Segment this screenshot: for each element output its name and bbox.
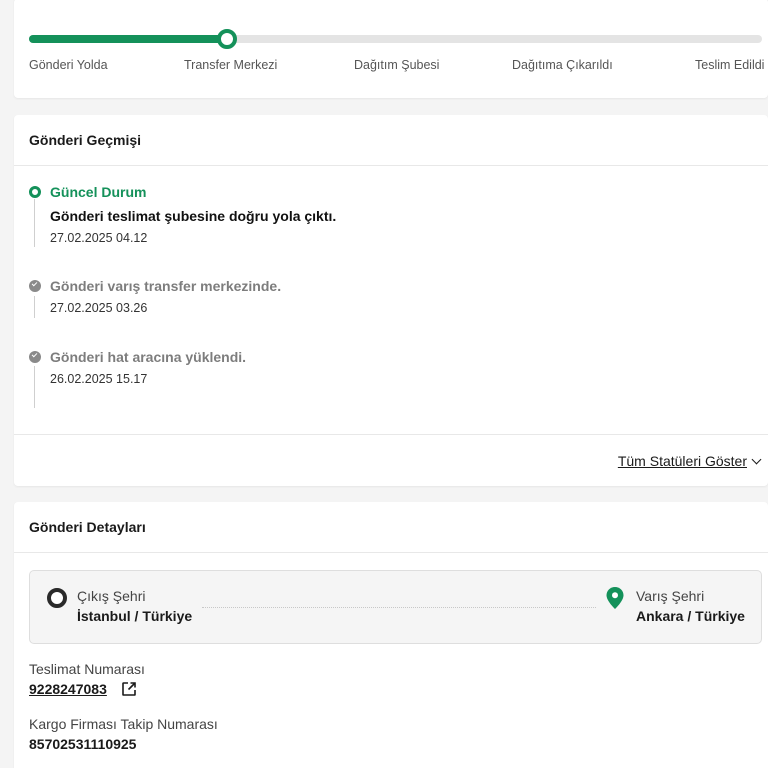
progress-fill: [29, 35, 227, 43]
route-box: Çıkış Şehri İstanbul / Türkiye Varış Şeh…: [29, 570, 762, 644]
timeline-item-text: Gönderi hat aracına yüklendi.: [50, 349, 247, 365]
shipment-details-card: Gönderi Detayları Çıkış Şehri İstanbul /…: [14, 502, 768, 768]
timeline-connector: [34, 199, 35, 247]
current-status-label: Güncel Durum: [50, 184, 147, 200]
progress-current-step-marker: [216, 29, 237, 49]
route-dotted-line: [202, 607, 596, 608]
cargo-tracking-label: Kargo Firması Takip Numarası: [29, 716, 218, 732]
current-status-description: Gönderi teslimat şubesine doğru yola çık…: [50, 208, 337, 224]
delivery-number-link[interactable]: 9228247083: [29, 681, 107, 697]
show-all-statuses-label: Tüm Statüleri Göster: [617, 453, 747, 469]
step-label-delivered: Teslim Edildi: [695, 58, 765, 72]
timeline-item-time: 26.02.2025 15.17: [50, 372, 148, 386]
origin-city: İstanbul / Türkiye: [77, 608, 193, 624]
progress-track: [29, 29, 762, 49]
cargo-tracking-number: 85702531110925: [29, 736, 137, 752]
history-title: Gönderi Geçmişi: [14, 115, 768, 166]
check-circle-icon: [29, 351, 41, 363]
delivery-number-label: Teslimat Numarası: [29, 661, 145, 677]
timeline-connector: [34, 296, 35, 318]
timeline-item-time: 27.02.2025 03.26: [50, 301, 148, 315]
check-circle-icon: [29, 280, 41, 292]
current-status-icon: [29, 186, 41, 198]
origin-label: Çıkış Şehri: [77, 588, 146, 604]
step-label-out-for-delivery: Dağıtıma Çıkarıldı: [512, 58, 613, 72]
history-footer: Tüm Statüleri Göster: [14, 434, 768, 486]
shipment-history-card: Gönderi Geçmişi Güncel Durum Gönderi tes…: [14, 115, 768, 486]
current-status-time: 27.02.2025 04.12: [50, 231, 148, 245]
destination-city: Ankara / Türkiye: [636, 608, 745, 624]
origin-circle-icon: [47, 588, 67, 608]
details-title: Gönderi Detayları: [14, 502, 768, 553]
step-label-in-transit: Gönderi Yolda: [29, 58, 108, 72]
shipment-progress-card: Gönderi Yolda Transfer Merkezi Dağıtım Ş…: [14, 0, 768, 98]
step-label-transfer-center: Transfer Merkezi: [184, 58, 278, 72]
destination-label: Varış Şehri: [636, 588, 705, 604]
map-pin-icon: [606, 587, 624, 609]
timeline-connector: [34, 366, 35, 408]
timeline-item-text: Gönderi varış transfer merkezinde.: [50, 278, 282, 294]
external-link-icon[interactable]: [121, 681, 137, 697]
history-timeline: Güncel Durum Gönderi teslimat şubesine d…: [14, 166, 768, 434]
step-label-distribution-branch: Dağıtım Şubesi: [354, 58, 440, 72]
show-all-statuses-link[interactable]: Tüm Statüleri Göster: [617, 453, 762, 469]
chevron-down-icon: [751, 454, 762, 464]
